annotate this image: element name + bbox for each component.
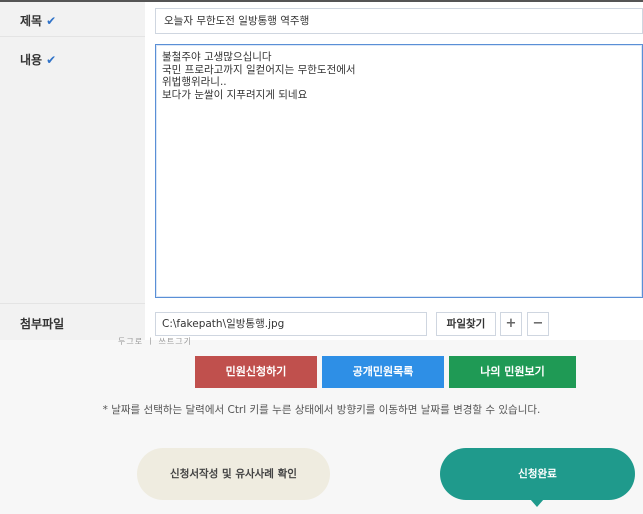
add-file-button[interactable]: + (500, 312, 522, 336)
apply-complaint-button[interactable]: 민원신청하기 (195, 356, 317, 388)
required-check-icon: ✔ (46, 53, 57, 67)
content-line: 불철주야 고생많으십니다 (162, 51, 272, 63)
content-line: 보다가 눈쌀이 지푸려지게 되네요 (162, 88, 308, 101)
required-check-icon: ✔ (46, 14, 57, 28)
attach-file-path[interactable]: C:\fakepath\일방통행.jpg (155, 312, 427, 336)
content-label-text: 내용 (20, 53, 43, 67)
complaint-form: 제목 ✔ 오늘자 무한도전 일방통행 역주행 내용 ✔ 불철주야 고생많으십니다 국… (0, 0, 643, 340)
attach-label-cell: 첨부파일 (0, 304, 145, 340)
step-complete: 신청완료 (440, 448, 635, 500)
content-line: 국민 프로라고까지 일컫어지는 무한도전에서 (162, 63, 356, 76)
public-complaints-button[interactable]: 공개민원목록 (322, 356, 444, 388)
remove-file-button[interactable]: − (527, 312, 549, 336)
content-label-cell: 내용 ✔ (0, 37, 145, 304)
find-file-button[interactable]: 파일찾기 (436, 312, 496, 336)
content-textarea[interactable]: 불철주야 고생많으십니다 국민 프로라고까지 일컫어지는 무한도전에서 위법행위… (155, 44, 643, 298)
title-input[interactable]: 오늘자 무한도전 일방통행 역주행 (155, 8, 643, 34)
title-label-cell: 제목 ✔ (0, 2, 145, 37)
content-line: 위법행위라니.. (162, 76, 227, 88)
title-label: 제목 ✔ (20, 12, 56, 29)
step-write-application: 신청서작성 및 유사사례 확인 (137, 448, 330, 500)
current-step-arrow-icon (530, 499, 544, 507)
title-label-text: 제목 (20, 14, 43, 28)
attach-label: 첨부파일 (20, 317, 65, 331)
content-label: 내용 ✔ (20, 51, 56, 68)
clipped-helper-text: 두그로 ㅣ 쓰트그기 (118, 337, 192, 346)
my-complaints-button[interactable]: 나의 민원보기 (449, 356, 576, 388)
keyboard-hint-text: * 날짜를 선택하는 달력에서 Ctrl 키를 누른 상태에서 방향키를 이동하… (102, 404, 541, 416)
